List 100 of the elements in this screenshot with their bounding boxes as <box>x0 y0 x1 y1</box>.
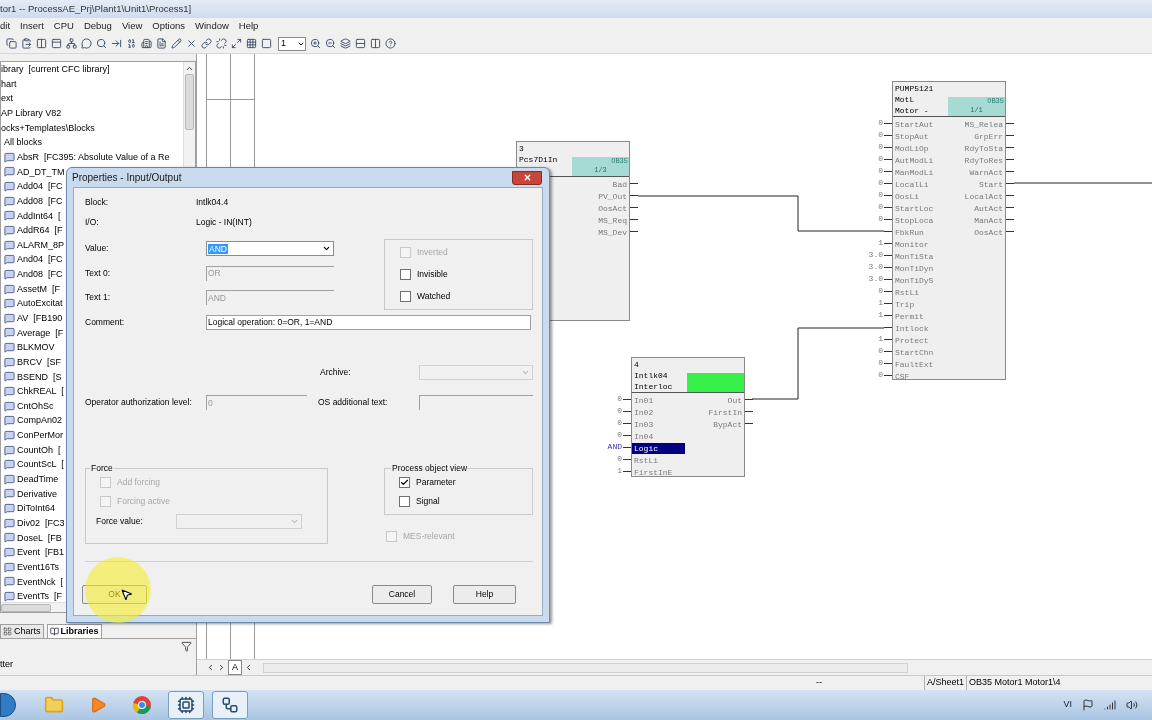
start-button[interactable] <box>0 693 16 717</box>
speech-bubble-icon[interactable] <box>81 38 92 49</box>
output-pin[interactable]: RdyToRes <box>964 154 1005 166</box>
menu-item[interactable]: Help <box>233 18 264 34</box>
output-pin[interactable]: PV_Out <box>598 190 629 202</box>
output-pin[interactable]: FirstIn <box>708 406 744 418</box>
output-pin[interactable]: WarnAct <box>969 166 1005 178</box>
output-pin[interactable]: OosAct <box>598 202 629 214</box>
rows-icon[interactable] <box>355 38 366 49</box>
tree-item[interactable]: Event16Ts <box>17 559 60 575</box>
tree-item[interactable]: DeadTime <box>17 472 59 487</box>
input-pin[interactable]: MonTiDyS <box>893 274 934 286</box>
tree-item[interactable]: DoseL [FB <box>17 530 62 546</box>
input-pin[interactable]: MonTiSta <box>893 250 934 262</box>
expand-icon[interactable] <box>231 38 242 49</box>
input-pin[interactable]: StartAut <box>893 118 934 130</box>
link-icon[interactable] <box>201 38 212 49</box>
tree-item[interactable]: AP Library V82 <box>1 105 183 121</box>
taskbar-button[interactable] <box>168 691 204 719</box>
columns-icon[interactable] <box>36 38 47 49</box>
tree-item[interactable]: ChkREAL [ <box>17 384 64 399</box>
output-pin[interactable]: AutAct <box>974 202 1005 214</box>
checkbox[interactable] <box>399 496 410 507</box>
output-pin[interactable]: MS_Relea <box>964 118 1005 130</box>
input-pin[interactable]: ModLiOp <box>893 142 929 154</box>
input-pin[interactable]: Logic <box>632 442 685 454</box>
document-icon[interactable] <box>156 38 167 49</box>
tree-item[interactable]: BLKMOV <box>17 340 55 355</box>
tree-item[interactable]: Derivative <box>17 486 57 502</box>
input-pin[interactable]: Protect <box>893 334 929 346</box>
input-pin[interactable]: StartChn <box>893 346 934 358</box>
menu-item[interactable]: dit <box>0 18 16 34</box>
output-pin[interactable]: LocalAct <box>964 190 1005 202</box>
tree-item[interactable]: AD_DT_TM <box>17 164 65 180</box>
tree-item[interactable]: ibrary [current CFC library] <box>1 62 183 77</box>
tree-item[interactable]: ocks+Templates\Blocks <box>1 120 183 136</box>
input-pin[interactable]: StopAut <box>893 130 929 142</box>
input-pin[interactable]: In03 <box>632 418 654 430</box>
input-pin[interactable]: ManModLi <box>893 166 934 178</box>
zoom-out-icon[interactable] <box>325 38 336 49</box>
input-pin[interactable]: RstLi <box>893 286 919 298</box>
menu-item[interactable]: Options <box>147 18 191 34</box>
input-pin[interactable]: Permit <box>893 310 924 322</box>
menu-item[interactable]: View <box>116 18 148 34</box>
tree-item[interactable]: CntOhSc <box>17 398 54 414</box>
output-pin[interactable]: MS_Dev <box>598 226 629 238</box>
tree-item[interactable]: CountOh [ <box>17 442 61 458</box>
checkbox[interactable] <box>400 290 411 302</box>
input-pin[interactable]: OosLi <box>893 190 919 202</box>
tree-item[interactable]: AssetM [F <box>17 281 60 297</box>
input-pin[interactable]: CSF <box>893 370 910 382</box>
output-pin[interactable]: ManAct <box>974 214 1005 226</box>
zoom-in-icon[interactable] <box>310 38 321 49</box>
panel-icon[interactable] <box>51 38 62 49</box>
input-pin[interactable]: FbkRun <box>893 226 924 238</box>
tree-item[interactable]: Average [F <box>17 325 64 341</box>
output-pin[interactable]: RdyToSta <box>964 142 1005 154</box>
tree-item[interactable]: BRCV [SF <box>17 354 61 370</box>
building-icon[interactable] <box>141 38 152 49</box>
tree-item[interactable]: All blocks <box>1 135 183 150</box>
tree-item[interactable]: EventNck [ <box>17 574 63 590</box>
tree-item[interactable]: CompAn02 <box>17 413 63 429</box>
input-pin[interactable]: RstLi <box>632 454 658 466</box>
tree-item[interactable]: AV [FB190 <box>17 311 63 326</box>
input-pin[interactable]: StartLoc <box>893 202 934 214</box>
tree-item[interactable]: And08 [FC <box>17 267 63 282</box>
menu-item[interactable]: Insert <box>15 18 49 34</box>
tree-item[interactable]: AutoExcitat <box>17 296 63 311</box>
network-icon[interactable] <box>66 38 77 49</box>
menu-item[interactable]: Window <box>190 18 234 34</box>
tree-item[interactable]: Add08 [FC <box>17 193 63 209</box>
input-pin[interactable]: Monitor <box>893 238 929 250</box>
language-indicator[interactable]: VI <box>1063 698 1072 712</box>
pencil-icon[interactable] <box>171 38 182 49</box>
input-pin[interactable]: FirstInE <box>632 466 673 478</box>
unlink-icon[interactable] <box>216 38 227 49</box>
menu-item[interactable]: Debug <box>78 18 117 34</box>
layers-icon[interactable] <box>340 38 351 49</box>
help-icon[interactable] <box>385 38 396 49</box>
output-pin[interactable]: GrpErr <box>974 130 1005 142</box>
search-icon[interactable] <box>96 38 107 49</box>
arrow-icon[interactable] <box>111 38 122 49</box>
tree-item[interactable]: Add04 [FC <box>17 179 63 194</box>
output-pin[interactable]: MS_Req <box>598 214 629 226</box>
tree-item[interactable]: EventTs [F <box>17 589 62 602</box>
input-field[interactable]: Logical operation: 0=OR, 1=AND <box>206 315 531 330</box>
tree-item[interactable]: ConPerMor <box>17 428 63 443</box>
panel-tab[interactable]: Libraries <box>46 624 102 638</box>
tree-item[interactable]: hart <box>1 76 183 92</box>
tree-item[interactable]: AddInt64 [ <box>17 208 61 224</box>
input-pin[interactable]: In02 <box>632 406 654 418</box>
tree-item[interactable]: Div02 [FC3 <box>17 515 65 531</box>
input-pin[interactable]: FaultExt <box>893 358 934 370</box>
horizontal-scrollbar[interactable] <box>263 662 908 673</box>
input-pin[interactable]: LocalLi <box>893 178 929 190</box>
frame-icon[interactable] <box>261 38 272 49</box>
input-pin[interactable]: Trip <box>893 298 915 310</box>
tree-item[interactable]: ALARM_8P <box>17 237 65 253</box>
input-pin[interactable]: In04 <box>632 430 654 442</box>
function-block[interactable] <box>892 81 1006 380</box>
